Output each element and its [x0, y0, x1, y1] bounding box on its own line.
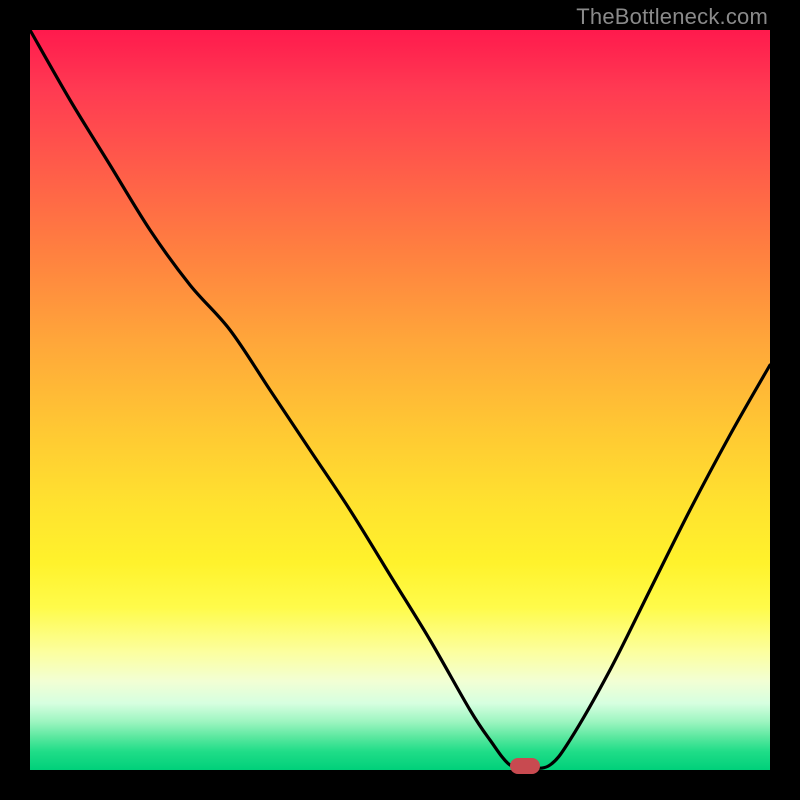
optimal-point-marker	[510, 758, 540, 774]
chart-frame: TheBottleneck.com	[0, 0, 800, 800]
curve-path	[30, 30, 770, 768]
watermark-text: TheBottleneck.com	[576, 4, 768, 30]
bottleneck-curve	[30, 30, 770, 770]
